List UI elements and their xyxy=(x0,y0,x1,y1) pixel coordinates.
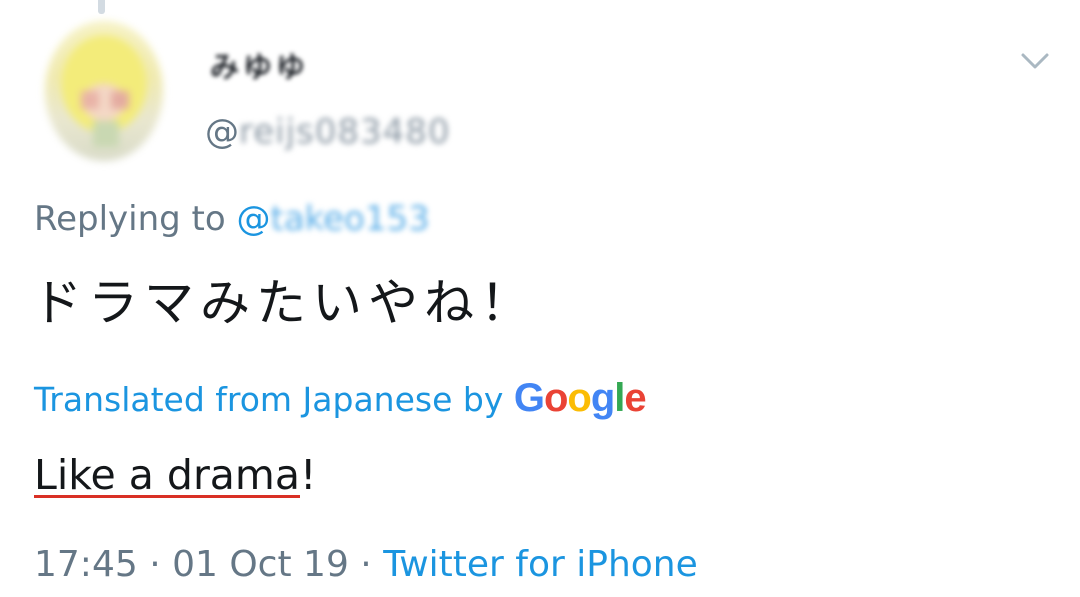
translation-attribution[interactable]: Translated from Japanese by Google xyxy=(34,376,647,421)
reply-mention-link[interactable]: @takeo153 xyxy=(237,199,430,239)
google-logo-letter: g xyxy=(590,376,615,420)
handle-text: reijs083480 xyxy=(239,112,451,152)
google-logo-letter: l xyxy=(614,376,625,420)
translated-text: Like a drama! xyxy=(34,451,316,499)
translated-text-main: Like a drama xyxy=(34,451,300,499)
translated-from-label: Translated from Japanese by xyxy=(34,380,514,419)
chevron-down-icon[interactable] xyxy=(1018,48,1052,74)
tweet-source-link[interactable]: Twitter for iPhone xyxy=(383,544,698,585)
google-logo-letter: e xyxy=(624,376,646,420)
replying-to-label: Replying to xyxy=(34,199,237,239)
tweet-metadata: 17:45 · 01 Oct 19 · Twitter for iPhone xyxy=(34,544,698,585)
author-display-name[interactable]: みゆゆ xyxy=(210,44,309,86)
tweet-text: ドラマみたいやね！ xyxy=(32,274,536,332)
meta-separator: · xyxy=(348,544,384,585)
thread-connector-line xyxy=(98,0,105,14)
handle-at-sign: @ xyxy=(205,112,239,152)
tweet-time: 17:45 xyxy=(34,544,138,585)
google-logo: Google xyxy=(513,376,647,420)
tweet-date: 01 Oct 19 xyxy=(172,544,349,585)
translated-text-end: ! xyxy=(300,451,317,499)
google-logo-letter: o xyxy=(543,376,568,420)
google-logo-letter: o xyxy=(567,376,591,420)
avatar[interactable] xyxy=(45,21,163,161)
meta-separator: · xyxy=(137,544,173,585)
replying-to-line: Replying to @takeo153 xyxy=(34,199,430,239)
google-logo-letter: G xyxy=(513,376,545,420)
author-handle[interactable]: @reijs083480 xyxy=(205,112,451,152)
